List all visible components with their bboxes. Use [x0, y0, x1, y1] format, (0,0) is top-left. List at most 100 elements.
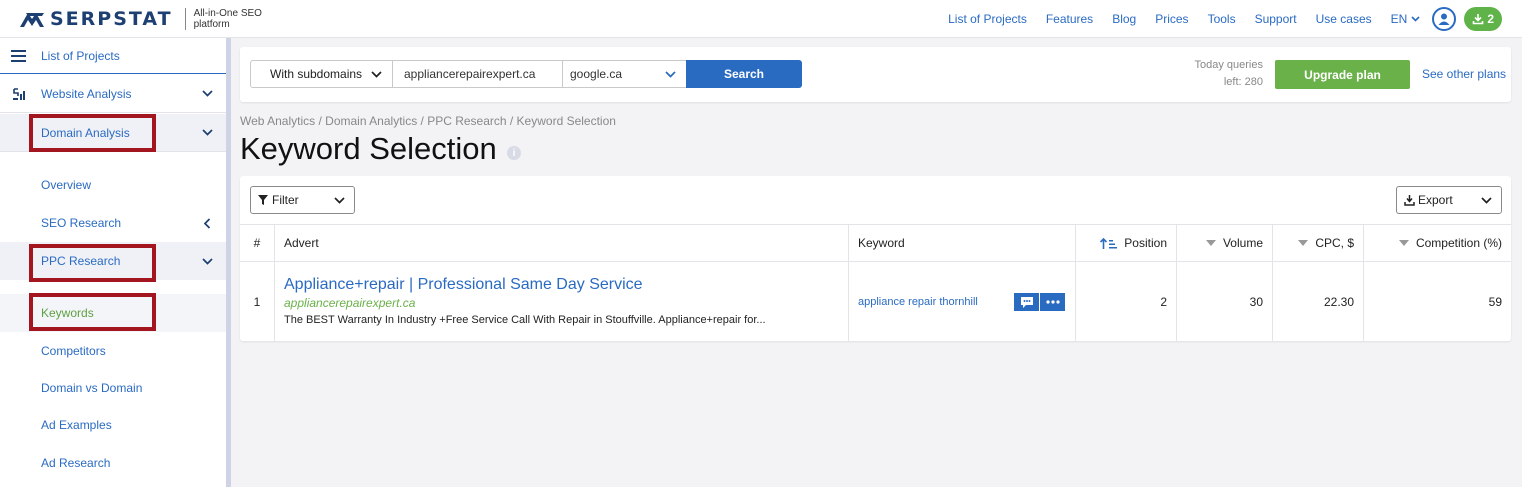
keyword-link[interactable]: appliance repair thornhill	[858, 296, 978, 308]
download-icon	[1404, 194, 1415, 206]
sort-caret-icon	[1298, 240, 1309, 246]
serpstat-logo-icon	[20, 12, 44, 27]
chevron-down-icon	[202, 90, 213, 97]
chevron-left-icon	[203, 217, 211, 229]
nav-features[interactable]: Features	[1046, 12, 1093, 26]
chevron-down-icon	[665, 70, 676, 78]
chevron-down-icon	[334, 196, 345, 204]
sidebar-item-list-of-projects[interactable]: List of Projects	[0, 38, 226, 74]
download-icon	[1473, 14, 1484, 25]
header-num: #	[240, 225, 275, 261]
serpstat-logo[interactable]: SERPSTAT All-in-One SEO platform	[18, 7, 274, 30]
upgrade-plan-button[interactable]: Upgrade plan	[1275, 60, 1410, 89]
top-nav: List of Projects Features Blog Prices To…	[929, 0, 1502, 38]
sidebar-divider[interactable]	[226, 38, 231, 487]
sidebar-label: Competitors	[41, 344, 106, 358]
subdomain-select-value: With subdomains	[270, 67, 363, 81]
chevron-down-icon	[202, 257, 213, 265]
row-num: 1	[240, 262, 275, 341]
queries-left-label: Today queries	[1194, 59, 1264, 71]
search-panel: With subdomains appliancerepairexpert.ca…	[240, 47, 1511, 102]
keyword-cell: appliance repair thornhill	[849, 262, 1076, 341]
highlight-box-domain-analysis	[29, 114, 156, 152]
nav-prices[interactable]: Prices	[1155, 12, 1188, 26]
user-avatar-icon[interactable]	[1432, 7, 1457, 31]
header-position-label: Position	[1124, 236, 1167, 250]
header-competition-label: Competition (%)	[1415, 236, 1502, 250]
more-options-icon[interactable]	[1040, 293, 1065, 311]
table-row: 1 Appliance+repair | Professional Same D…	[240, 262, 1511, 341]
filter-button[interactable]: Filter	[250, 186, 355, 214]
logo-text: SERPSTAT	[50, 7, 173, 30]
volume-cell: 30	[1177, 262, 1273, 341]
ad-url: appliancerepairexpert.ca	[284, 295, 416, 310]
chevron-down-icon	[1481, 196, 1492, 204]
highlight-box-ppc-research	[29, 244, 156, 282]
top-bar: SERPSTAT All-in-One SEO platform List of…	[0, 0, 1522, 38]
logo-subtitle: All-in-One SEO platform	[193, 7, 262, 30]
chevron-down-icon	[371, 70, 382, 78]
ad-title-link[interactable]: Appliance+repair | Professional Same Day…	[284, 275, 766, 295]
queries-left: Today queries left: 280	[1170, 57, 1264, 91]
see-other-plans-link[interactable]: See other plans	[1422, 67, 1506, 81]
header-cpc-label: CPC, $	[1315, 236, 1354, 250]
filter-icon	[258, 195, 268, 205]
advert-cell: Appliance+repair | Professional Same Day…	[275, 262, 849, 341]
header-volume[interactable]: Volume	[1177, 225, 1273, 261]
sidebar-label: Ad Examples	[41, 418, 112, 432]
header-advert: Advert	[275, 225, 849, 261]
queries-left-value: left: 280	[1223, 76, 1263, 88]
keyword-actions	[1014, 293, 1065, 311]
cpc-cell: 22.30	[1273, 262, 1364, 341]
logo-divider	[184, 7, 186, 30]
sidebar-item-overview[interactable]: Overview	[0, 166, 226, 204]
header-competition[interactable]: Competition (%)	[1364, 225, 1511, 261]
search-engine-value: google.ca	[570, 67, 623, 81]
breadcrumb[interactable]: Web Analytics / Domain Analytics / PPC R…	[240, 114, 616, 128]
keywords-table-panel: Filter Export # Advert Keyword Position …	[240, 176, 1511, 341]
sort-caret-icon	[1398, 240, 1409, 246]
nav-tools[interactable]: Tools	[1208, 12, 1236, 26]
comment-icon[interactable]	[1014, 293, 1039, 311]
nav-use-cases[interactable]: Use cases	[1316, 12, 1372, 26]
nav-support[interactable]: Support	[1255, 12, 1297, 26]
sidebar-item-domain-vs-domain[interactable]: Domain vs Domain	[0, 369, 226, 407]
sidebar-item-ad-research[interactable]: Ad Research	[0, 444, 226, 482]
search-button[interactable]: Search	[686, 60, 802, 88]
sidebar-item-ad-examples[interactable]: Ad Examples	[0, 406, 226, 444]
position-cell: 2	[1076, 262, 1177, 341]
sort-ascending-icon	[1100, 237, 1118, 249]
filter-label: Filter	[272, 193, 299, 207]
subdomain-select[interactable]: With subdomains	[250, 60, 393, 88]
chevron-down-icon	[202, 129, 213, 136]
sidebar-item-competitors[interactable]: Competitors	[0, 332, 226, 370]
competition-cell: 59	[1488, 294, 1502, 309]
nav-list-of-projects[interactable]: List of Projects	[948, 12, 1027, 26]
sidebar-item-seo-research[interactable]: SEO Research	[0, 204, 226, 242]
table-header: # Advert Keyword Position Volume CPC, $ …	[240, 224, 1511, 262]
header-position[interactable]: Position	[1076, 225, 1177, 261]
page-title: Keyword Selection	[240, 131, 497, 166]
chevron-down-icon	[1411, 16, 1420, 22]
info-icon[interactable]: i	[507, 146, 521, 160]
sidebar-label: Website Analysis	[41, 86, 132, 101]
header-keyword: Keyword	[849, 225, 1076, 261]
nav-blog[interactable]: Blog	[1112, 12, 1136, 26]
analytics-icon	[13, 87, 25, 100]
export-label: Export	[1418, 193, 1453, 207]
domain-input[interactable]: appliancerepairexpert.ca	[392, 60, 563, 88]
language-label: EN	[1390, 12, 1408, 26]
export-button[interactable]: Export	[1396, 186, 1502, 214]
highlight-box-keywords	[29, 293, 156, 331]
sidebar-label: Overview	[41, 178, 92, 192]
ad-description: The BEST Warranty In Industry +Free Serv…	[284, 313, 766, 326]
header-volume-label: Volume	[1222, 236, 1263, 250]
language-selector[interactable]: EN	[1391, 12, 1421, 26]
header-cpc[interactable]: CPC, $	[1273, 225, 1364, 261]
sidebar-label: SEO Research	[41, 216, 122, 230]
downloads-count: 2	[1487, 12, 1494, 26]
search-engine-select[interactable]: google.ca	[562, 60, 687, 88]
sidebar-item-website-analysis[interactable]: Website Analysis	[0, 75, 226, 113]
sidebar-label: Domain vs Domain	[41, 381, 143, 395]
downloads-button[interactable]: 2	[1464, 7, 1502, 31]
